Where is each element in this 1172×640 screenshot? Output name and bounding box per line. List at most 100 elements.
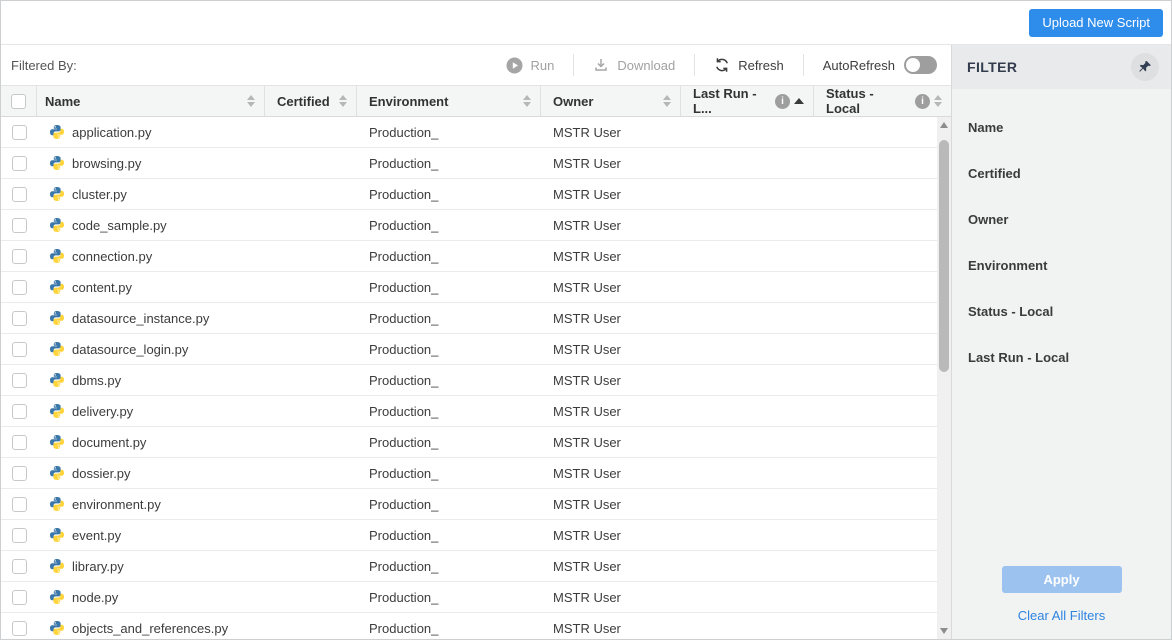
filter-item-label: Name: [968, 120, 1003, 135]
column-header-certified[interactable]: Certified: [265, 86, 357, 116]
python-icon: [49, 496, 65, 512]
filter-item-last-run-local[interactable]: Last Run - Local: [968, 334, 1171, 380]
info-icon[interactable]: [775, 94, 790, 109]
scroll-up-arrow-icon[interactable]: [940, 122, 948, 128]
table-row[interactable]: connection.py Production_ MSTR User: [1, 241, 937, 272]
download-button[interactable]: Download: [574, 57, 694, 73]
row-checkbox-cell: [1, 311, 37, 326]
row-checkbox[interactable]: [12, 466, 27, 481]
cell-environment: Production_: [357, 311, 541, 326]
sort-ascending-icon[interactable]: [794, 98, 804, 104]
cell-name: node.py: [37, 589, 265, 605]
clear-all-filters-link[interactable]: Clear All Filters: [1018, 608, 1105, 623]
row-checkbox[interactable]: [12, 373, 27, 388]
script-name: node.py: [72, 590, 118, 605]
column-header-name[interactable]: Name: [37, 86, 265, 116]
python-icon: [49, 341, 65, 357]
row-checkbox-cell: [1, 621, 37, 636]
column-label: Name: [45, 94, 80, 109]
row-checkbox[interactable]: [12, 621, 27, 636]
row-checkbox[interactable]: [12, 435, 27, 450]
filter-item-status-local[interactable]: Status - Local: [968, 288, 1171, 334]
row-checkbox-cell: [1, 435, 37, 450]
sort-icon[interactable]: [523, 95, 531, 107]
select-all-checkbox[interactable]: [11, 94, 26, 109]
row-checkbox-cell: [1, 280, 37, 295]
row-checkbox[interactable]: [12, 218, 27, 233]
cell-environment: Production_: [357, 404, 541, 419]
table-row[interactable]: datasource_login.py Production_ MSTR Use…: [1, 334, 937, 365]
pin-button[interactable]: [1131, 53, 1159, 81]
column-header-status[interactable]: Status - Local: [814, 86, 951, 116]
table-row[interactable]: document.py Production_ MSTR User: [1, 427, 937, 458]
script-list: application.py Production_ MSTR User bro…: [1, 117, 937, 639]
row-checkbox[interactable]: [12, 497, 27, 512]
cell-environment: Production_: [357, 435, 541, 450]
apply-button[interactable]: Apply: [1002, 566, 1122, 593]
row-checkbox[interactable]: [12, 404, 27, 419]
cell-name: document.py: [37, 434, 265, 450]
table-row[interactable]: event.py Production_ MSTR User: [1, 520, 937, 551]
cell-name: content.py: [37, 279, 265, 295]
python-icon: [49, 279, 65, 295]
row-checkbox[interactable]: [12, 559, 27, 574]
cell-owner: MSTR User: [541, 280, 681, 295]
table-row[interactable]: delivery.py Production_ MSTR User: [1, 396, 937, 427]
upload-new-script-button[interactable]: Upload New Script: [1029, 9, 1163, 37]
row-checkbox[interactable]: [12, 590, 27, 605]
cell-owner: MSTR User: [541, 621, 681, 636]
cell-owner: MSTR User: [541, 342, 681, 357]
filter-item-environment[interactable]: Environment: [968, 242, 1171, 288]
run-button[interactable]: Run: [487, 57, 574, 74]
table-row[interactable]: datasource_instance.py Production_ MSTR …: [1, 303, 937, 334]
column-header-environment[interactable]: Environment: [357, 86, 541, 116]
autorefresh-label: AutoRefresh: [823, 58, 895, 73]
table-row[interactable]: dbms.py Production_ MSTR User: [1, 365, 937, 396]
filter-item-certified[interactable]: Certified: [968, 150, 1171, 196]
cell-environment: Production_: [357, 559, 541, 574]
vertical-scrollbar[interactable]: [937, 117, 951, 639]
table-row[interactable]: content.py Production_ MSTR User: [1, 272, 937, 303]
info-icon[interactable]: [915, 94, 930, 109]
table-row[interactable]: browsing.py Production_ MSTR User: [1, 148, 937, 179]
sort-icon[interactable]: [934, 95, 942, 107]
cell-name: cluster.py: [37, 186, 265, 202]
cell-name: datasource_login.py: [37, 341, 265, 357]
refresh-label: Refresh: [738, 58, 784, 73]
row-checkbox[interactable]: [12, 280, 27, 295]
table-row[interactable]: code_sample.py Production_ MSTR User: [1, 210, 937, 241]
row-checkbox[interactable]: [12, 528, 27, 543]
filter-item-owner[interactable]: Owner: [968, 196, 1171, 242]
table-row[interactable]: cluster.py Production_ MSTR User: [1, 179, 937, 210]
table-row[interactable]: objects_and_references.py Production_ MS…: [1, 613, 937, 639]
cell-name: datasource_instance.py: [37, 310, 265, 326]
sort-icon[interactable]: [247, 95, 255, 107]
row-checkbox[interactable]: [12, 125, 27, 140]
cell-owner: MSTR User: [541, 187, 681, 202]
row-checkbox-cell: [1, 590, 37, 605]
table-row[interactable]: library.py Production_ MSTR User: [1, 551, 937, 582]
autorefresh-toggle[interactable]: [904, 56, 937, 74]
row-checkbox[interactable]: [12, 342, 27, 357]
table-row[interactable]: environment.py Production_ MSTR User: [1, 489, 937, 520]
cell-owner: MSTR User: [541, 404, 681, 419]
column-header-owner[interactable]: Owner: [541, 86, 681, 116]
row-checkbox[interactable]: [12, 187, 27, 202]
refresh-button[interactable]: Refresh: [695, 57, 803, 73]
filter-panel: FILTER Name Certified Owner Environment …: [951, 45, 1171, 639]
table-row[interactable]: dossier.py Production_ MSTR User: [1, 458, 937, 489]
column-header-last-run[interactable]: Last Run - L...: [681, 86, 814, 116]
scrollbar-thumb[interactable]: [939, 140, 949, 372]
row-checkbox[interactable]: [12, 311, 27, 326]
row-checkbox[interactable]: [12, 156, 27, 171]
filter-item-label: Environment: [968, 258, 1047, 273]
scroll-down-arrow-icon[interactable]: [940, 628, 948, 634]
filter-item-name[interactable]: Name: [968, 104, 1171, 150]
table-row[interactable]: application.py Production_ MSTR User: [1, 117, 937, 148]
sort-icon[interactable]: [663, 95, 671, 107]
row-checkbox[interactable]: [12, 249, 27, 264]
sort-icon[interactable]: [339, 95, 347, 107]
script-name: cluster.py: [72, 187, 127, 202]
python-icon: [49, 248, 65, 264]
table-row[interactable]: node.py Production_ MSTR User: [1, 582, 937, 613]
